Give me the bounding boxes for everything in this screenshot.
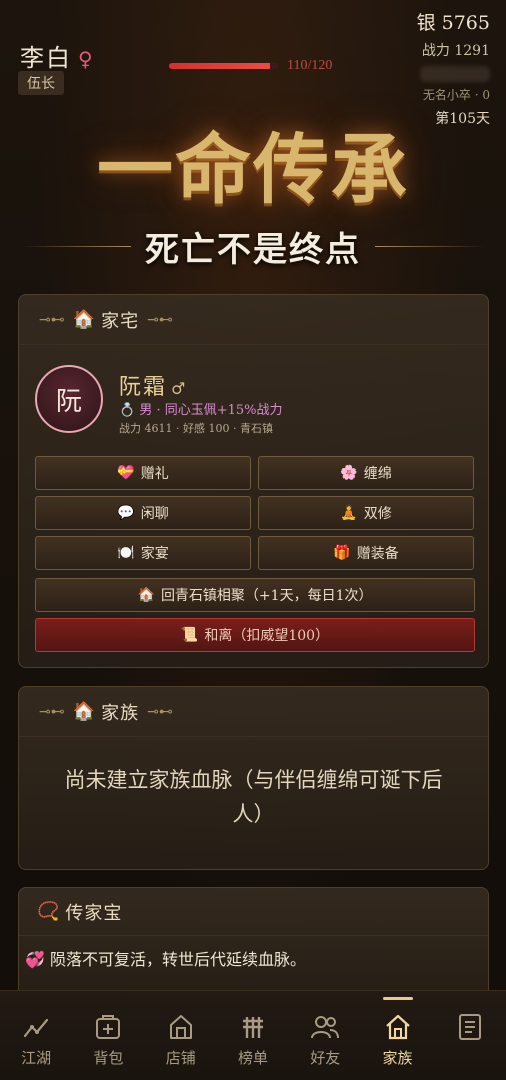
divorce-button[interactable]: 📜 和离（扣威望100） — [35, 618, 475, 652]
nav-label: 家族 — [382, 1049, 413, 1067]
scroll-icon: 📜 — [180, 627, 199, 643]
prayer-beads-icon: 📿 — [37, 901, 60, 922]
home-title: 家宅 — [101, 310, 140, 332]
clan-panel: ⊸⊷ 🏠 家族 ⊸⊷ 尚未建立家族血脉（与伴侣缠绵可诞下后人） — [18, 686, 489, 870]
nav-item-jianghu[interactable]: 江湖 — [0, 991, 72, 1080]
spouse-name: 阮霜 ♂ — [119, 369, 187, 401]
give-equipment-label: 赠装备 — [356, 546, 399, 562]
dish-icon: 🍽️ — [117, 545, 135, 561]
family-feast-button[interactable]: 🍽️ 家宴 — [35, 536, 251, 570]
nav-item-shop[interactable]: 店铺 — [145, 991, 217, 1080]
female-gender-icon: ♀ — [78, 47, 95, 71]
nav-label: 背包 — [93, 1049, 124, 1067]
flower-icon: 🌸 — [340, 465, 358, 481]
divider-line — [21, 246, 131, 247]
home-icon — [383, 1013, 413, 1041]
give-equipment-button[interactable]: 🎁 赠装备 — [258, 536, 474, 570]
nav-item-clan[interactable]: 家族 — [361, 991, 433, 1080]
speech-bubble-icon: 💬 — [117, 505, 135, 521]
house-icon: 🏠 — [72, 701, 96, 722]
nav-label: 好友 — [310, 1049, 341, 1067]
spouse-card[interactable]: 阮 阮霜 ♂ 💍 男 · 同心玉佩+15%战力 战力 4611 · 好感 100 … — [35, 365, 475, 435]
combat-power: 战力 1291 — [421, 43, 490, 59]
banner-title: 一命传承 — [97, 125, 409, 214]
hp-bar-fill — [169, 63, 270, 69]
dual-cultivation-button[interactable]: 🧘 双修 — [258, 496, 474, 530]
player-name: 李白 ♀ — [20, 38, 95, 73]
gift-label: 赠礼 — [140, 466, 169, 482]
knot-icon: ⊸⊷ — [39, 703, 65, 720]
reunite-button[interactable]: 🏠 回青石镇相聚（+1天，每日1次） — [35, 578, 475, 612]
bottom-nav: 江湖 背包 店铺 榜单 好友 家族 — [0, 990, 506, 1080]
heirloom-panel-header: 📿 传家宝 — [19, 888, 488, 936]
divorce-label: 和离（扣威望100） — [204, 628, 330, 644]
chat-button[interactable]: 💬 闲聊 — [35, 496, 251, 530]
heirloom-panel: 📿 传家宝 💞 陨落不可复活，转世后代延续血脉。 — [18, 887, 489, 1007]
present-icon: 🎁 — [333, 545, 351, 561]
nav-item-ranking[interactable]: 榜单 — [217, 991, 289, 1080]
rank-badge: 伍长 — [18, 71, 64, 95]
nav-label: 店铺 — [165, 1049, 196, 1067]
male-gender-icon: ♂ — [171, 379, 188, 398]
spouse-info: 💍 男 · 同心玉佩+15%战力 — [119, 403, 283, 418]
house-icon: 🏠 — [137, 587, 155, 603]
silver-amount: 银 5765 — [416, 12, 490, 34]
knot-icon: ⊸⊷ — [147, 703, 173, 720]
dual-cultivation-label: 双修 — [363, 506, 392, 522]
home-panel-header: ⊸⊷ 🏠 家宅 ⊸⊷ — [19, 295, 488, 345]
banner-subtitle-row: 死亡不是终点 — [0, 222, 506, 271]
chat-label: 闲聊 — [140, 506, 169, 522]
log-icon — [455, 1013, 485, 1041]
divider-line — [375, 246, 485, 247]
nav-label: 江湖 — [21, 1049, 52, 1067]
intimacy-label: 缠绵 — [363, 466, 392, 482]
heirloom-text: 💞 陨落不可复活，转世后代延续血脉。 — [25, 950, 307, 969]
nav-item-friends[interactable]: 好友 — [289, 991, 361, 1080]
trend-icon — [21, 1013, 51, 1041]
avatar[interactable]: 阮 — [35, 365, 103, 433]
blurred-field — [420, 66, 490, 82]
knot-icon: ⊸⊷ — [147, 311, 173, 328]
clan-panel-header: ⊸⊷ 🏠 家族 ⊸⊷ — [19, 687, 488, 737]
heart-gift-icon: 💝 — [117, 465, 135, 481]
gift-button[interactable]: 💝 赠礼 — [35, 456, 251, 490]
spouse-name-text: 阮霜 — [119, 375, 168, 400]
nav-label: 榜单 — [237, 1049, 268, 1067]
soldier-title: 无名小卒 · 0 — [422, 88, 490, 102]
friends-icon — [310, 1013, 340, 1041]
house-icon: 🏠 — [72, 309, 96, 330]
active-indicator — [382, 997, 413, 1000]
intimacy-button[interactable]: 🌸 缠绵 — [258, 456, 474, 490]
bag-icon — [93, 1013, 123, 1041]
family-feast-label: 家宴 — [140, 546, 169, 562]
clan-message: 尚未建立家族血脉（与伴侣缠绵可诞下后人） — [64, 768, 443, 826]
shop-icon — [166, 1013, 196, 1041]
hp-text: 110/120 — [287, 58, 333, 73]
heirloom-title: 传家宝 — [65, 902, 123, 924]
spouse-stats: 战力 4611 · 好感 100 · 青石镇 — [119, 422, 273, 435]
home-panel: ⊸⊷ 🏠 家宅 ⊸⊷ 阮 阮霜 ♂ 💍 男 · 同心玉佩+15%战力 战力 461… — [18, 294, 489, 668]
player-name-text: 李白 — [20, 44, 72, 72]
nav-item-bag[interactable]: 背包 — [72, 991, 144, 1080]
clan-title: 家族 — [101, 702, 140, 724]
reunite-label: 回青石镇相聚（+1天，每日1次） — [160, 588, 373, 604]
knot-icon: ⊸⊷ — [39, 311, 65, 328]
hp-bar — [169, 63, 279, 69]
ranking-icon — [238, 1013, 268, 1041]
banner-subtitle: 死亡不是终点 — [145, 230, 361, 270]
meditation-icon: 🧘 — [340, 505, 358, 521]
nav-item-log[interactable] — [434, 991, 506, 1080]
